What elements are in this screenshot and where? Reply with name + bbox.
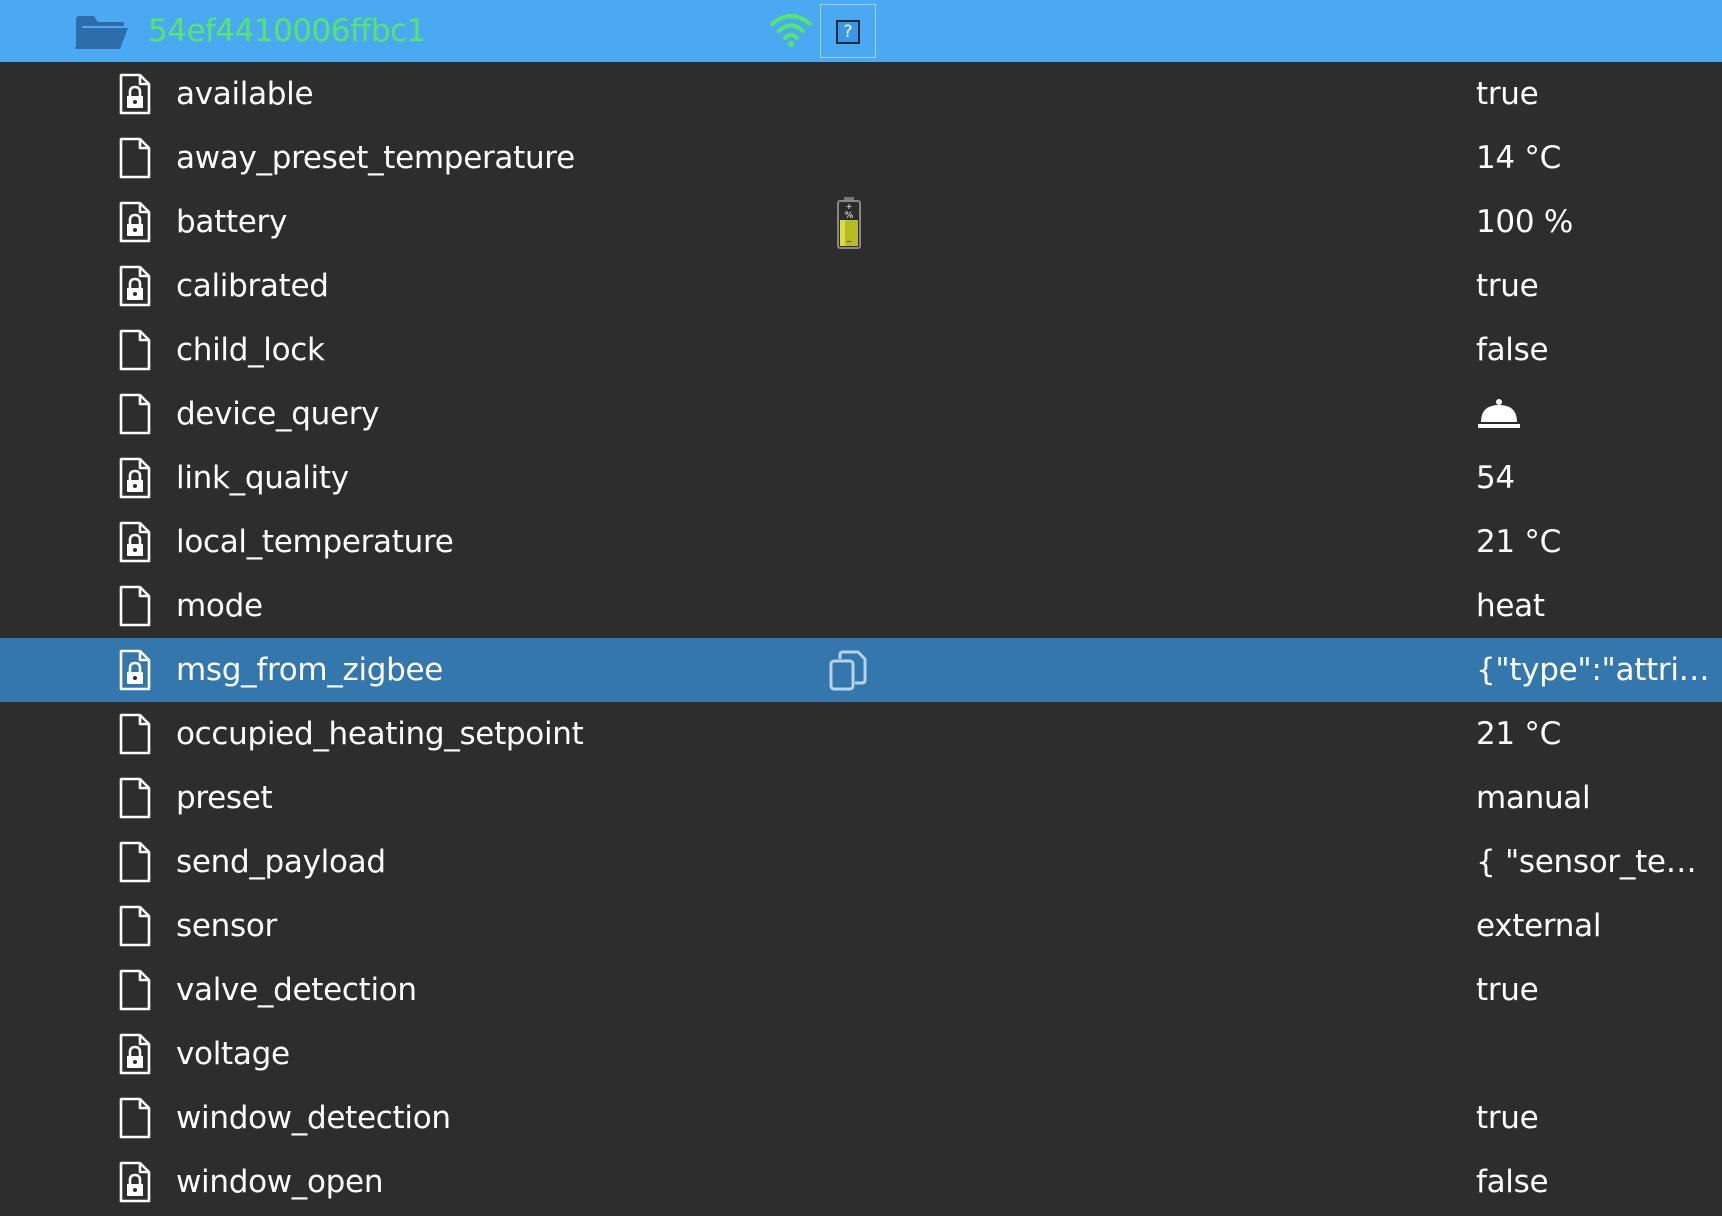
file-icon bbox=[119, 137, 151, 179]
state-value[interactable]: 14 °C bbox=[1476, 126, 1716, 190]
open-folder-icon[interactable] bbox=[74, 12, 128, 50]
state-value[interactable]: 100 % bbox=[1476, 190, 1716, 254]
locked-file-icon bbox=[119, 457, 151, 499]
state-row-device-query[interactable]: device_query bbox=[0, 382, 1722, 446]
locked-file-icon bbox=[119, 649, 151, 691]
locked-file-icon bbox=[119, 521, 151, 563]
state-row-local-temperature[interactable]: local_temperature 21 °C bbox=[0, 510, 1722, 574]
state-value[interactable]: manual bbox=[1476, 766, 1716, 830]
state-value[interactable]: 21 °C bbox=[1476, 702, 1716, 766]
state-name: voltage bbox=[176, 1036, 290, 1072]
state-value[interactable]: true bbox=[1476, 62, 1716, 126]
state-row-mode[interactable]: mode heat bbox=[0, 574, 1722, 638]
state-row-window-detection[interactable]: window_detection true bbox=[0, 1086, 1722, 1150]
state-row-preset[interactable]: preset manual bbox=[0, 766, 1722, 830]
state-name: send_payload bbox=[176, 844, 386, 880]
state-value[interactable]: { "sensor_tem… bbox=[1476, 830, 1716, 894]
state-name: mode bbox=[176, 588, 263, 624]
state-name: calibrated bbox=[176, 268, 329, 304]
state-name: device_query bbox=[176, 396, 380, 432]
state-value[interactable]: heat bbox=[1476, 574, 1716, 638]
file-icon bbox=[119, 777, 151, 819]
state-name: preset bbox=[176, 780, 273, 816]
copy-icon[interactable] bbox=[828, 650, 868, 692]
svg-text:%: % bbox=[845, 211, 854, 221]
state-value[interactable] bbox=[1476, 1022, 1716, 1086]
svg-text:+: + bbox=[846, 202, 853, 211]
file-icon bbox=[119, 713, 151, 755]
state-row-calibrated[interactable]: calibrated true bbox=[0, 254, 1722, 318]
state-name: away_preset_temperature bbox=[176, 140, 575, 176]
state-name: available bbox=[176, 76, 314, 112]
state-name: link_quality bbox=[176, 460, 349, 496]
state-value[interactable]: false bbox=[1476, 1150, 1716, 1214]
state-name: sensor bbox=[176, 908, 277, 944]
locked-file-icon bbox=[119, 73, 151, 115]
state-name: local_temperature bbox=[176, 524, 454, 560]
state-row-battery[interactable]: battery +% − 100 % bbox=[0, 190, 1722, 254]
state-value[interactable]: true bbox=[1476, 958, 1716, 1022]
state-value[interactable]: true bbox=[1476, 1086, 1716, 1150]
help-button[interactable]: ? bbox=[820, 4, 876, 58]
device-name[interactable]: 54ef4410006ffbc1 bbox=[148, 0, 426, 62]
state-value[interactable]: 21 °C bbox=[1476, 510, 1716, 574]
state-row-sensor[interactable]: sensor external bbox=[0, 894, 1722, 958]
file-icon bbox=[119, 585, 151, 627]
locked-file-icon bbox=[119, 1161, 151, 1203]
locked-file-icon bbox=[119, 1033, 151, 1075]
file-icon bbox=[119, 1097, 151, 1139]
state-name: occupied_heating_setpoint bbox=[176, 716, 584, 752]
state-row-voltage[interactable]: voltage bbox=[0, 1022, 1722, 1086]
locked-file-icon bbox=[119, 201, 151, 243]
state-value[interactable]: external bbox=[1476, 894, 1716, 958]
file-icon bbox=[119, 329, 151, 371]
state-name: child_lock bbox=[176, 332, 325, 368]
state-row-away-preset-temperature[interactable]: away_preset_temperature 14 °C bbox=[0, 126, 1722, 190]
state-row-send-payload[interactable]: send_payload { "sensor_tem… bbox=[0, 830, 1722, 894]
wifi-icon bbox=[770, 14, 812, 47]
state-row-child-lock[interactable]: child_lock false bbox=[0, 318, 1722, 382]
locked-file-icon bbox=[119, 265, 151, 307]
battery-icon: +% − bbox=[837, 197, 861, 249]
state-row-window-open[interactable]: window_open false bbox=[0, 1150, 1722, 1214]
state-row-occupied-heating-setpoint[interactable]: occupied_heating_setpoint 21 °C bbox=[0, 702, 1722, 766]
svg-text:−: − bbox=[846, 237, 853, 246]
device-folder-row[interactable]: 54ef4410006ffbc1 ? bbox=[0, 0, 1722, 62]
state-row-link-quality[interactable]: link_quality 54 bbox=[0, 446, 1722, 510]
service-bell-icon[interactable] bbox=[1476, 396, 1522, 430]
state-value[interactable]: true bbox=[1476, 254, 1716, 318]
state-value[interactable]: {"type":"attrib… bbox=[1476, 638, 1716, 702]
object-tree: 54ef4410006ffbc1 ? available true away_pre… bbox=[0, 0, 1722, 1216]
file-icon bbox=[119, 969, 151, 1011]
state-row-available[interactable]: available true bbox=[0, 62, 1722, 126]
state-row-valve-detection[interactable]: valve_detection true bbox=[0, 958, 1722, 1022]
file-icon bbox=[119, 393, 151, 435]
state-row-msg-from-zigbee[interactable]: msg_from_zigbee {"type":"attrib… bbox=[0, 638, 1722, 702]
file-icon bbox=[119, 905, 151, 947]
state-name: battery bbox=[176, 204, 288, 240]
state-value[interactable]: 54 bbox=[1476, 446, 1716, 510]
state-name: valve_detection bbox=[176, 972, 417, 1008]
state-name: window_open bbox=[176, 1164, 384, 1200]
file-icon bbox=[119, 841, 151, 883]
help-icon: ? bbox=[836, 20, 860, 44]
state-name: window_detection bbox=[176, 1100, 451, 1136]
state-value[interactable]: false bbox=[1476, 318, 1716, 382]
state-name: msg_from_zigbee bbox=[176, 652, 444, 688]
